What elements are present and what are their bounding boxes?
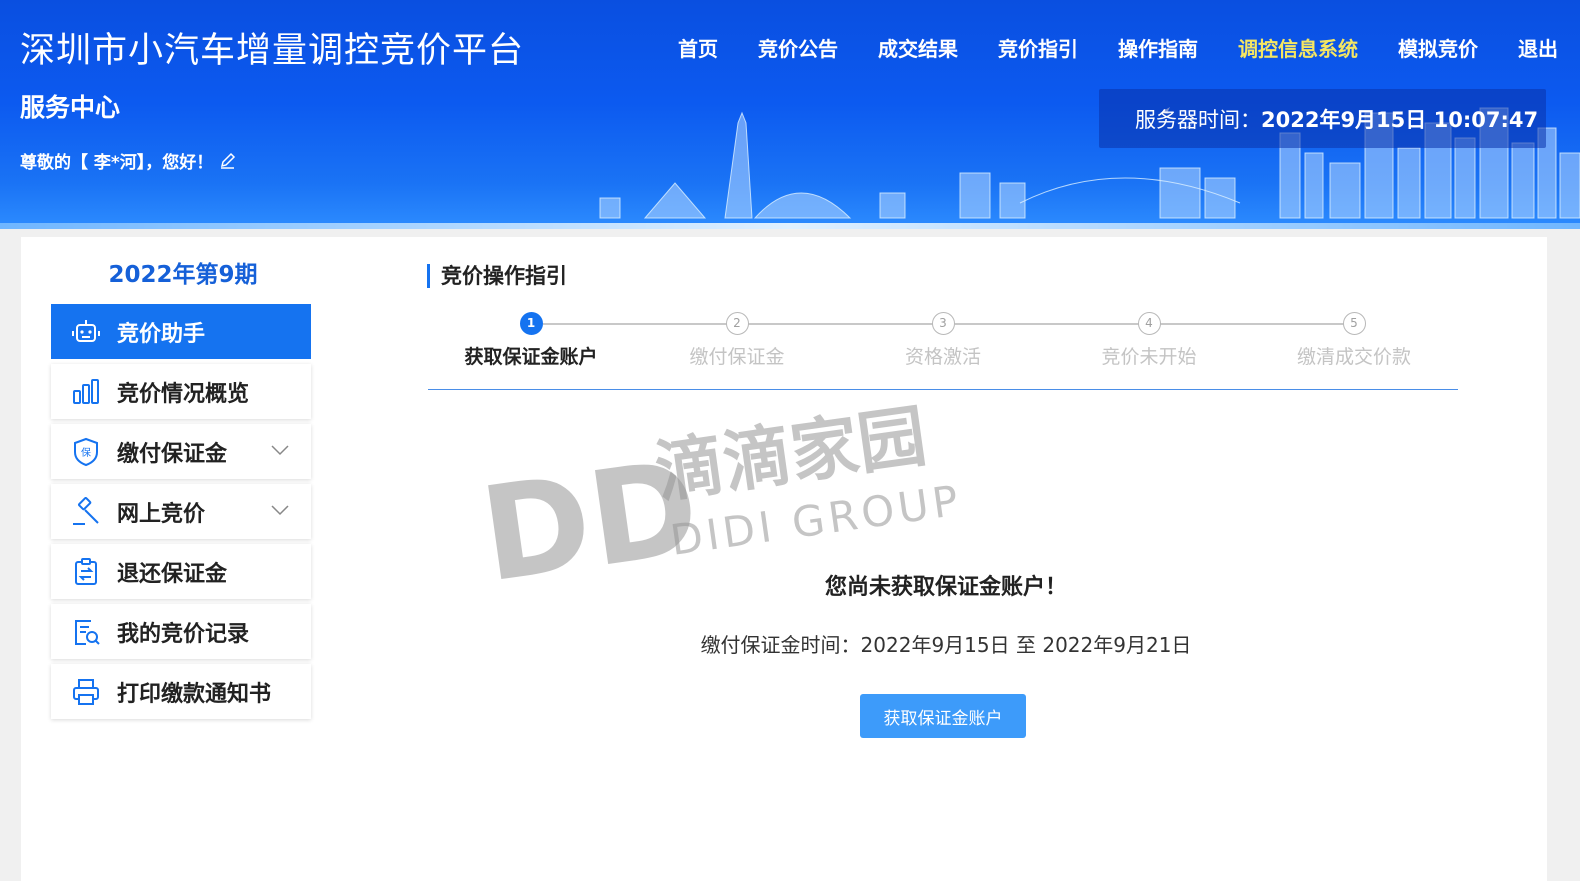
svg-text:保: 保: [81, 446, 91, 459]
step-number: 4: [1137, 312, 1161, 335]
greeting-text: 尊敬的【 李*河】，您好！: [20, 153, 214, 173]
sidebar-item-my-bid-records[interactable]: 我的竞价记录: [51, 604, 311, 659]
no-account-notice: 您尚未获取保证金账户！: [824, 575, 1067, 600]
chevron-down-icon: [271, 445, 289, 456]
period-title: 2022年第9期: [108, 262, 258, 288]
gavel-icon: [73, 496, 99, 525]
server-time-value: 2022年9月15日 10:07:47: [1261, 107, 1539, 132]
step-number: 2: [725, 312, 749, 335]
step-label: 缴付保证金: [689, 346, 785, 368]
nav-home[interactable]: 首页: [678, 33, 718, 62]
bid-steps: 1 获取保证金账户 2 缴付保证金 3 资格激活 4 竞价未开始 5 缴清成交价…: [428, 312, 1458, 390]
sidebar-item-label: 缴付保证金: [117, 441, 228, 467]
record-search-icon: [75, 619, 100, 645]
step-label: 获取保证金账户: [464, 346, 598, 368]
sidebar-item-label: 网上竞价: [117, 501, 206, 527]
top-navigation: 首页 竞价公告 成交结果 竞价指引 操作指南 调控信息系统 模拟竞价 退出: [638, 33, 1558, 62]
nav-deal-results[interactable]: 成交结果: [878, 33, 958, 62]
step-label: 资格激活: [904, 346, 981, 368]
step-number: 1: [519, 312, 543, 335]
main-content: 竞价操作指引 1 获取保证金账户 2 缴付保证金 3 资格激活 4 竞价未开始 …: [345, 237, 1547, 881]
sidebar-item-label: 退还保证金: [117, 561, 228, 587]
robot-icon: [72, 319, 100, 342]
bar-chart-icon: [73, 378, 99, 404]
step-get-deposit-account: 1 获取保证金账户: [431, 312, 631, 369]
step-pay-deposit: 2 缴付保证金: [637, 312, 837, 369]
step-label: 竞价未开始: [1101, 346, 1197, 368]
refund-icon: [75, 557, 97, 585]
edit-icon[interactable]: [219, 152, 237, 170]
sidebar-item-label: 竞价情况概览: [117, 381, 250, 407]
step-qualification-activation: 3 资格激活: [843, 312, 1043, 369]
nav-mock-bid[interactable]: 模拟竞价: [1398, 33, 1478, 62]
section-title: 竞价操作指引: [427, 264, 567, 288]
shield-icon: 保: [74, 437, 98, 466]
step-number: 3: [931, 312, 955, 335]
sidebar-item-refund-deposit[interactable]: 退还保证金: [51, 544, 311, 599]
sidebar-item-print-payment-notice[interactable]: 打印缴款通知书: [51, 664, 311, 719]
nav-control-info-system[interactable]: 调控信息系统: [1238, 33, 1358, 62]
sidebar: 2022年第9期 竞价助手 竞价情况概览 保 缴付保证金 网上竞价 退还保证金 …: [21, 237, 345, 881]
nav-bid-guide[interactable]: 竞价指引: [998, 33, 1078, 62]
nav-operation-guide[interactable]: 操作指南: [1118, 33, 1198, 62]
sidebar-item-bid-overview[interactable]: 竞价情况概览: [51, 364, 311, 419]
printer-icon: [73, 678, 99, 705]
deposit-period-info: 缴付保证金时间：2022年9月15日 至 2022年9月21日: [700, 633, 1192, 657]
service-center-title: 服务中心: [20, 93, 121, 122]
get-deposit-account-button[interactable]: 获取保证金账户: [860, 694, 1026, 738]
header-banner: 深圳市小汽车增量调控竞价平台 服务中心 尊敬的【 李*河】，您好！ 首页 竞价公…: [0, 0, 1580, 229]
sidebar-item-label: 竞价助手: [117, 321, 206, 347]
sidebar-item-online-bid[interactable]: 网上竞价: [51, 484, 311, 539]
step-label: 缴清成交价款: [1296, 346, 1411, 368]
step-number: 5: [1342, 312, 1366, 335]
user-greeting: 尊敬的【 李*河】，您好！: [20, 148, 237, 173]
nav-bid-announcement[interactable]: 竞价公告: [758, 33, 838, 62]
sidebar-item-pay-deposit[interactable]: 保 缴付保证金: [51, 424, 311, 479]
nav-logout[interactable]: 退出: [1518, 33, 1558, 62]
sidebar-item-bid-assistant[interactable]: 竞价助手: [51, 304, 311, 359]
server-time-label: 服务器时间：: [1135, 107, 1261, 132]
sidebar-item-label: 打印缴款通知书: [117, 681, 272, 707]
step-bid-not-started: 4 竞价未开始: [1049, 312, 1249, 369]
server-time-panel: 服务器时间： 2022年9月15日 10:07:47: [1099, 89, 1546, 148]
site-title: 深圳市小汽车增量调控竞价平台: [20, 31, 525, 71]
step-pay-final-price: 5 缴清成交价款: [1254, 312, 1454, 369]
chevron-down-icon: [271, 505, 289, 516]
sidebar-item-label: 我的竞价记录: [117, 621, 250, 647]
sidebar-menu: 竞价助手 竞价情况概览 保 缴付保证金 网上竞价 退还保证金 我的竞价记录 打印…: [51, 304, 311, 724]
